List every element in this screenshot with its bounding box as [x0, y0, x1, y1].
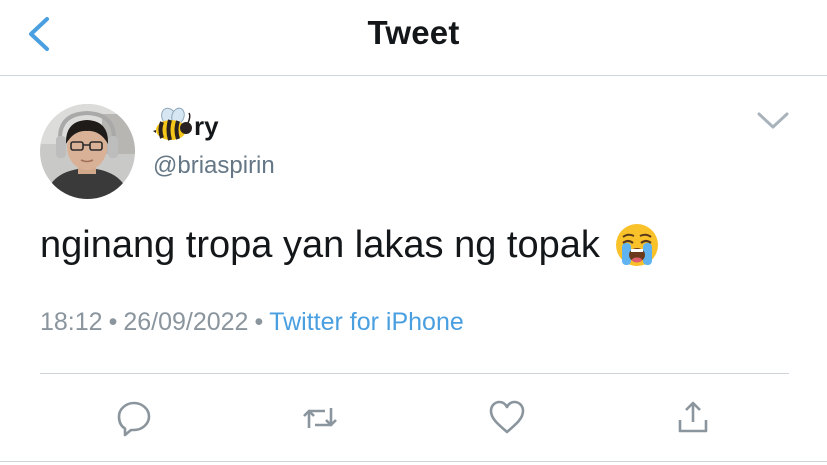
like-icon[interactable] — [487, 398, 527, 438]
share-icon[interactable] — [673, 398, 713, 438]
chevron-down-icon[interactable] — [756, 110, 790, 132]
tweet-source-link[interactable]: Twitter for iPhone — [269, 308, 464, 336]
meta-separator: • — [108, 308, 118, 336]
tweet-time: 18:12 — [40, 308, 103, 336]
display-name-text: ry — [194, 110, 219, 141]
display-name[interactable]: ry — [153, 104, 219, 148]
retweet-icon[interactable] — [300, 398, 340, 438]
tweet-body: nginang tropa yan lakas ng topak — [40, 223, 600, 266]
bottom-divider — [0, 461, 827, 462]
tweet-text: nginang tropa yan lakas ng topak — [40, 222, 660, 268]
loudly-crying-face-icon — [615, 224, 658, 266]
bee-emoji-icon — [153, 107, 192, 141]
reply-icon[interactable] — [114, 398, 154, 438]
user-handle[interactable]: @briaspirin — [153, 152, 275, 180]
avatar[interactable] — [40, 104, 135, 199]
tweet-date: 26/09/2022 — [123, 308, 249, 336]
page-title: Tweet — [367, 14, 460, 51]
meta-separator: • — [254, 308, 264, 336]
tweet-meta: 18:12 • 26/09/2022 • Twitter for iPhone — [40, 308, 464, 337]
divider — [40, 373, 789, 374]
top-bar: Tweet — [0, 0, 827, 76]
